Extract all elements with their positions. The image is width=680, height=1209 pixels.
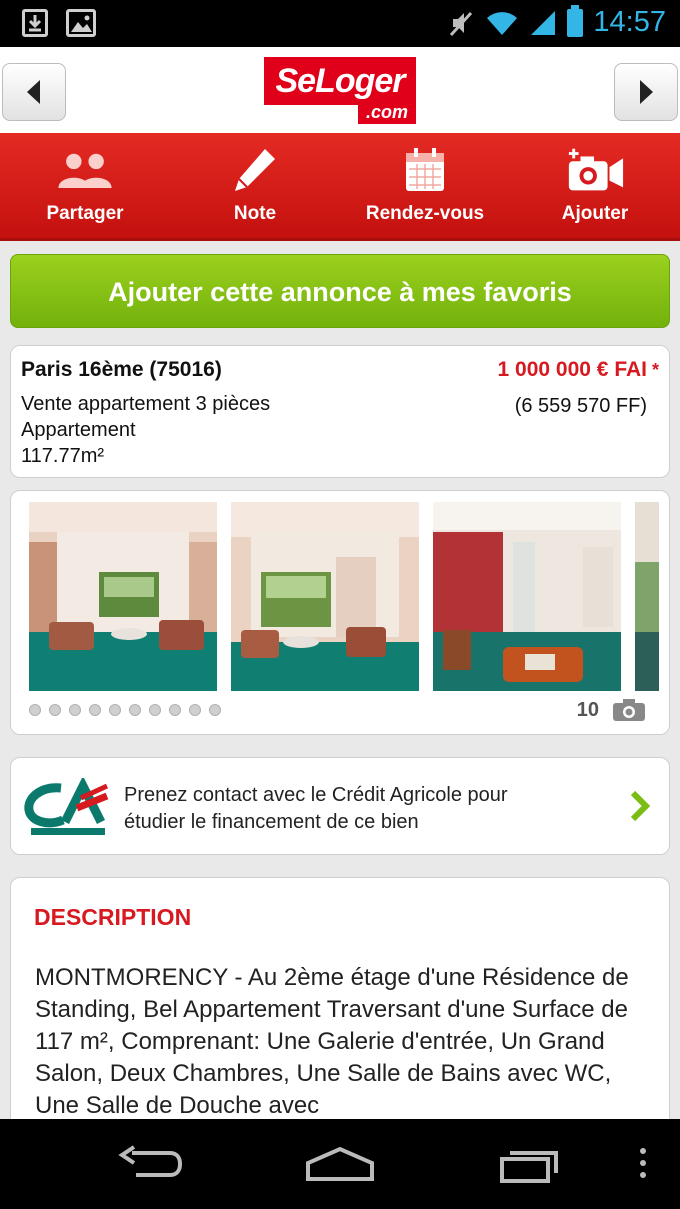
action-bar: Partager Note Rendez-vous Ajouter [0, 133, 680, 241]
gallery-dot[interactable] [169, 704, 181, 716]
camera-icon [613, 699, 645, 721]
battery-icon [567, 4, 584, 37]
system-navigation-bar [0, 1119, 680, 1209]
logo-sub-text: .com [357, 101, 416, 124]
note-label: Note [233, 203, 277, 224]
appointment-label: Rendez-vous [365, 203, 485, 224]
credit-agricole-logo [24, 778, 109, 835]
overflow-menu-icon[interactable] [638, 1145, 648, 1183]
gallery-dot[interactable] [89, 704, 101, 716]
appointment-action[interactable]: Rendez-vous [340, 133, 510, 238]
price-footnote-marker: * [651, 360, 659, 380]
gallery-dot[interactable] [129, 704, 141, 716]
calendar-icon [395, 147, 455, 193]
gallery-dot[interactable] [69, 704, 81, 716]
financing-banner[interactable]: Prenez contact avec le Crédit Agricole p… [10, 757, 670, 855]
people-icon [55, 147, 115, 193]
description-text: MONTMORENCY - Au 2ème étage d'une Réside… [35, 964, 629, 1119]
listing-location: Paris 16ème (75016) [21, 358, 222, 381]
clock: 14:57 [593, 6, 666, 38]
listing-type: Vente appartement 3 pièces [21, 393, 271, 415]
gallery-dot[interactable] [49, 704, 61, 716]
add-photo-action[interactable]: Ajouter [510, 133, 680, 238]
gallery-dot[interactable] [189, 704, 201, 716]
download-icon [22, 9, 48, 37]
listing-category: Appartement [21, 419, 136, 441]
description-section: DESCRIPTION MONTMORENCY - Au 2ème étage … [10, 877, 670, 1137]
gallery-dot[interactable] [29, 704, 41, 716]
gallery-dot[interactable] [109, 704, 121, 716]
chevron-right-icon [630, 790, 651, 822]
note-action[interactable]: Note [170, 133, 340, 238]
next-listing-button[interactable] [614, 63, 678, 121]
financing-text-line: Prenez contact avec le Crédit Agricole p… [124, 784, 508, 806]
status-bar: 14:57 [0, 0, 680, 47]
back-icon[interactable] [118, 1145, 184, 1183]
listing-price: 1 000 000 € FAI [497, 358, 647, 381]
add-photo-label: Ajouter [561, 203, 629, 224]
share-action[interactable]: Partager [0, 133, 170, 238]
gallery-dot[interactable] [209, 704, 221, 716]
gallery-dot[interactable] [149, 704, 161, 716]
gallery-photo[interactable] [29, 502, 217, 691]
share-label: Partager [46, 203, 124, 224]
financing-text: Prenez contact avec le Crédit Agricole p… [124, 782, 508, 836]
chevron-left-icon [27, 80, 40, 104]
signal-icon [531, 10, 556, 35]
listing-summary-card: Paris 16ème (75016) 1 000 000 € FAI * Ve… [10, 345, 670, 478]
financing-text-line: étudier le financement de ce bien [124, 811, 419, 833]
gallery-photo[interactable] [433, 502, 621, 691]
listing-surface: 117.77m² [21, 445, 105, 467]
gallery-page-indicator [29, 704, 221, 716]
wifi-icon [487, 11, 518, 35]
seloger-logo: SeLoger .com [264, 57, 416, 124]
previous-listing-button[interactable] [2, 63, 66, 121]
logo-main-text: SeLoger [264, 57, 416, 105]
chevron-right-icon [640, 80, 653, 104]
app-header: SeLoger .com [0, 47, 680, 133]
photo-gallery[interactable]: 10 [10, 490, 670, 735]
photo-count: 10 [576, 699, 599, 721]
description-title: DESCRIPTION [34, 904, 192, 930]
mute-icon [450, 11, 473, 36]
recent-apps-icon[interactable] [498, 1145, 566, 1183]
home-icon[interactable] [304, 1145, 376, 1183]
pencil-icon [225, 147, 285, 193]
gallery-photo[interactable] [635, 502, 659, 691]
listing-price-francs: (6 559 570 FF) [514, 395, 647, 417]
add-camera-icon [565, 147, 625, 193]
add-to-favorites-button[interactable]: Ajouter cette annonce à mes favoris [10, 254, 670, 328]
gallery-photo[interactable] [231, 502, 419, 691]
image-icon [66, 9, 96, 37]
